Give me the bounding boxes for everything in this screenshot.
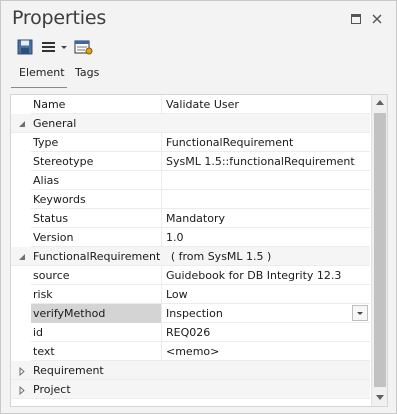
property-name: Name bbox=[33, 98, 66, 111]
column-divider bbox=[161, 304, 162, 323]
toolbar bbox=[1, 36, 396, 58]
property-value[interactable]: 1.0 bbox=[166, 231, 366, 244]
property-row-keywords[interactable]: Keywords bbox=[11, 190, 370, 209]
column-divider bbox=[161, 342, 162, 361]
row-gutter bbox=[11, 342, 31, 361]
row-gutter bbox=[11, 209, 31, 228]
collapse-arrow-icon[interactable] bbox=[18, 119, 27, 128]
property-name: Stereotype bbox=[33, 155, 94, 168]
group-label: FunctionalRequirement ( from SysML 1.5 ) bbox=[33, 250, 272, 263]
property-row-alias[interactable]: Alias bbox=[11, 171, 370, 190]
row-gutter bbox=[11, 133, 31, 152]
group-project[interactable]: Project bbox=[11, 380, 370, 399]
property-value[interactable]: Mandatory bbox=[166, 212, 366, 225]
row-gutter bbox=[11, 285, 31, 304]
row-gutter bbox=[11, 304, 31, 323]
save-icon[interactable] bbox=[16, 38, 34, 56]
property-value[interactable]: SysML 1.5::functionalRequirement bbox=[166, 155, 366, 168]
group-label: Project bbox=[33, 383, 71, 396]
property-value[interactable]: REQ026 bbox=[166, 326, 366, 339]
column-divider bbox=[161, 228, 162, 247]
property-value[interactable]: <memo> bbox=[166, 345, 366, 358]
menu-icon[interactable] bbox=[40, 38, 70, 56]
tab-tags[interactable]: Tags bbox=[73, 66, 101, 79]
column-divider bbox=[161, 323, 162, 342]
tab-element[interactable]: Element bbox=[17, 66, 67, 79]
column-divider bbox=[161, 133, 162, 152]
group-label: Requirement bbox=[33, 364, 104, 377]
property-row-verify-method[interactable]: verifyMethod Inspection bbox=[11, 304, 370, 323]
property-row-stereotype[interactable]: Stereotype SysML 1.5::functionalRequirem… bbox=[11, 152, 370, 171]
column-divider bbox=[161, 171, 162, 190]
property-name: id bbox=[33, 326, 44, 339]
scroll-up-icon[interactable] bbox=[373, 96, 387, 110]
property-name: Keywords bbox=[33, 193, 86, 206]
property-grid: Name Validate User General Type Function… bbox=[10, 94, 388, 407]
property-row-name[interactable]: Name Validate User bbox=[11, 95, 370, 114]
group-requirement[interactable]: Requirement bbox=[11, 361, 370, 380]
property-value-select[interactable]: Inspection bbox=[166, 307, 366, 320]
expand-arrow-icon[interactable] bbox=[18, 366, 27, 377]
property-row-version[interactable]: Version 1.0 bbox=[11, 228, 370, 247]
property-row-risk[interactable]: risk Low bbox=[11, 285, 370, 304]
column-divider bbox=[161, 285, 162, 304]
property-row-source[interactable]: source Guidebook for DB Integrity 12.3 bbox=[11, 266, 370, 285]
property-name: Alias bbox=[33, 174, 60, 187]
expand-arrow-icon[interactable] bbox=[18, 385, 27, 396]
properties-panel: Properties Element Tags Name Validate Us… bbox=[0, 0, 397, 414]
property-name: Type bbox=[33, 136, 59, 149]
row-gutter bbox=[11, 323, 31, 342]
property-row-type[interactable]: Type FunctionalRequirement bbox=[11, 133, 370, 152]
collapse-arrow-icon[interactable] bbox=[18, 252, 27, 261]
tab-strip: Element Tags bbox=[1, 61, 396, 89]
vertical-scrollbar[interactable] bbox=[371, 95, 387, 406]
property-row-id[interactable]: id REQ026 bbox=[11, 323, 370, 342]
close-icon[interactable] bbox=[371, 13, 383, 25]
row-gutter bbox=[11, 266, 31, 285]
row-gutter bbox=[11, 228, 31, 247]
scroll-down-icon[interactable] bbox=[373, 390, 387, 404]
maximize-icon[interactable] bbox=[350, 13, 362, 25]
group-functional-requirement[interactable]: FunctionalRequirement ( from SysML 1.5 ) bbox=[11, 247, 370, 266]
property-value[interactable]: Guidebook for DB Integrity 12.3 bbox=[166, 269, 366, 282]
property-row-status[interactable]: Status Mandatory bbox=[11, 209, 370, 228]
property-value[interactable]: FunctionalRequirement bbox=[166, 136, 366, 149]
column-divider bbox=[161, 95, 162, 114]
dropdown-arrow-icon[interactable] bbox=[352, 305, 368, 321]
active-tab-indicator bbox=[11, 87, 67, 88]
row-gutter bbox=[11, 190, 31, 209]
column-divider bbox=[161, 152, 162, 171]
title-bar: Properties bbox=[1, 1, 396, 35]
row-gutter bbox=[11, 95, 31, 114]
properties-icon[interactable] bbox=[73, 38, 93, 56]
panel-title: Properties bbox=[12, 7, 107, 29]
group-label: General bbox=[33, 117, 77, 130]
row-gutter bbox=[11, 152, 31, 171]
property-name: text bbox=[33, 345, 55, 358]
property-name: verifyMethod bbox=[33, 307, 106, 320]
property-name: risk bbox=[33, 288, 53, 301]
property-name: Status bbox=[33, 212, 69, 225]
property-row-text[interactable]: text <memo> bbox=[11, 342, 370, 361]
property-value[interactable]: Validate User bbox=[166, 98, 366, 111]
scrollbar-thumb[interactable] bbox=[374, 113, 386, 387]
column-divider bbox=[161, 209, 162, 228]
column-divider bbox=[161, 266, 162, 285]
property-value[interactable]: Low bbox=[166, 288, 366, 301]
row-gutter bbox=[11, 171, 31, 190]
property-name: Version bbox=[33, 231, 74, 244]
property-name: source bbox=[33, 269, 70, 282]
column-divider bbox=[161, 190, 162, 209]
group-general[interactable]: General bbox=[11, 114, 370, 133]
